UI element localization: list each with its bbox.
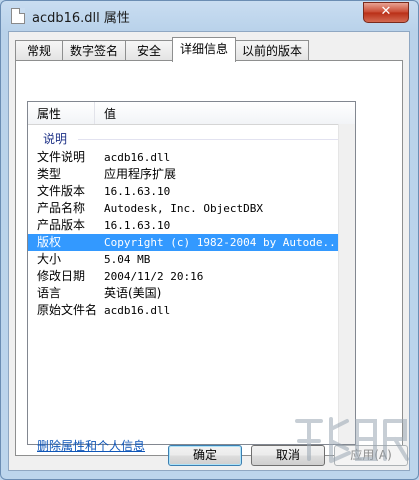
- list-item[interactable]: 文件版本 16.1.63.10: [28, 183, 341, 200]
- list-item[interactable]: 文件说明 acdb16.dll: [28, 149, 341, 166]
- property-label: 语言: [37, 286, 62, 300]
- vertical-scrollbar[interactable]: [338, 124, 355, 444]
- group-header-description: 说明: [43, 132, 68, 146]
- list-item[interactable]: 大小 5.04 MB: [28, 251, 341, 268]
- list-item[interactable]: 产品名称 Autodesk, Inc. ObjectDBX: [28, 200, 341, 217]
- list-item[interactable]: 修改日期 2004/11/2 20:16: [28, 268, 341, 285]
- property-label: 产品名称: [37, 201, 86, 215]
- property-label: 文件版本: [37, 184, 86, 198]
- list-item-selected[interactable]: 版权 Copyright (c) 1982-2004 by Autode...: [28, 234, 343, 251]
- properties-window: acdb16.dll 属性 ✕ 常规 数字签名 安全 详细信息 以前的版本 属性…: [0, 0, 419, 480]
- property-value: 2004/11/2 20:16: [104, 270, 204, 283]
- list-item[interactable]: 语言 英语(美国): [28, 285, 341, 302]
- property-value: 英语(美国): [104, 286, 162, 300]
- dialog-client: 常规 数字签名 安全 详细信息 以前的版本 属性 值 说明 文件说明 acdb1…: [8, 31, 410, 471]
- tab-digital-signatures[interactable]: 数字签名: [62, 40, 126, 61]
- column-header-value[interactable]: 值: [104, 105, 116, 122]
- property-value: 16.1.63.10: [104, 219, 171, 232]
- property-label: 类型: [37, 167, 62, 181]
- property-label: 大小: [37, 252, 62, 266]
- list-header: 属性 值: [28, 102, 355, 125]
- property-value: Autodesk, Inc. ObjectDBX: [104, 202, 263, 215]
- property-label: 修改日期: [37, 269, 86, 283]
- list-item[interactable]: 类型 应用程序扩展: [28, 166, 341, 183]
- property-value: acdb16.dll: [104, 304, 171, 317]
- property-label: 文件说明: [37, 150, 86, 164]
- column-separator[interactable]: [94, 102, 95, 124]
- property-value: Copyright (c) 1982-2004 by Autode...: [104, 236, 343, 249]
- property-value: 16.1.63.10: [104, 185, 171, 198]
- property-label: 版权: [37, 235, 62, 249]
- tab-general[interactable]: 常规: [15, 40, 63, 61]
- site-watermark-logo: [295, 417, 409, 463]
- remove-properties-link[interactable]: 删除属性和个人信息: [37, 437, 145, 454]
- ok-button[interactable]: 确定: [168, 445, 242, 466]
- tab-previous-versions[interactable]: 以前的版本: [235, 40, 309, 61]
- file-icon: [11, 8, 25, 24]
- list-item[interactable]: 产品版本 16.1.63.10: [28, 217, 341, 234]
- property-value: acdb16.dll: [104, 151, 171, 164]
- tab-security[interactable]: 安全: [125, 40, 173, 61]
- list-item[interactable]: 原始文件名 acdb16.dll: [28, 302, 341, 319]
- property-value: 应用程序扩展: [104, 167, 177, 181]
- column-header-property[interactable]: 属性: [37, 105, 61, 122]
- property-value: 5.04 MB: [104, 253, 151, 266]
- details-list[interactable]: 属性 值 说明 文件说明 acdb16.dll 类型 应用程序扩展 文件版本 1…: [27, 101, 356, 445]
- window-title: acdb16.dll 属性: [32, 11, 130, 26]
- tab-details[interactable]: 详细信息: [172, 37, 236, 62]
- close-button[interactable]: ✕: [363, 2, 409, 23]
- details-panel: 属性 值 说明 文件说明 acdb16.dll 类型 应用程序扩展 文件版本 1…: [15, 60, 403, 456]
- property-label: 产品版本: [37, 218, 86, 232]
- group-divider: [78, 139, 347, 140]
- property-label: 原始文件名: [37, 303, 98, 317]
